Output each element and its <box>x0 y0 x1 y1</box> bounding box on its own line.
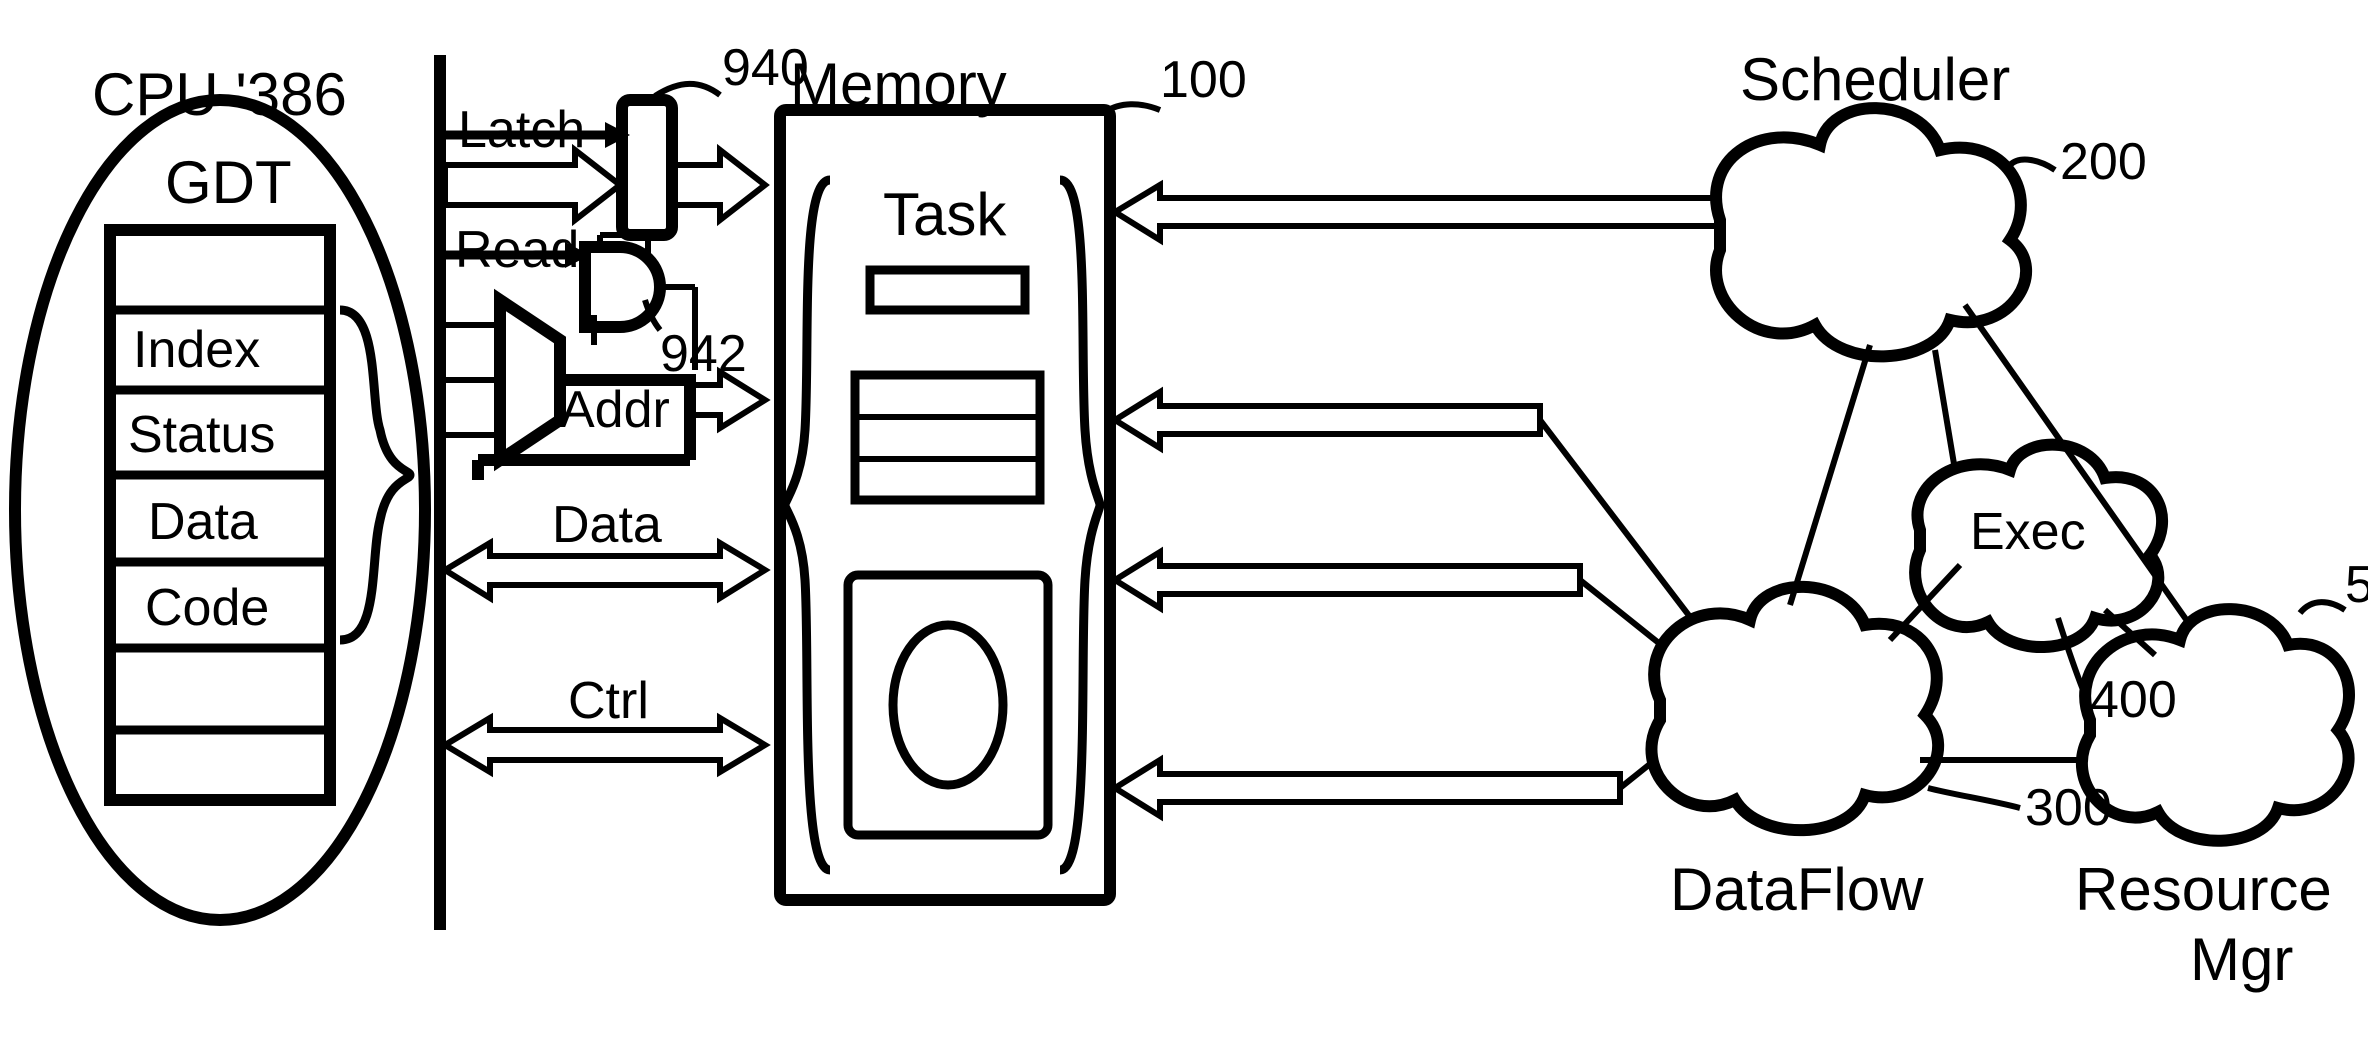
memory-label: Memory <box>790 50 1007 119</box>
ctrl-label: Ctrl <box>568 671 649 731</box>
ref-200: 200 <box>2060 132 2147 192</box>
arrow-mem-dataflow-upper <box>1115 392 1540 448</box>
ref-400: 400 <box>2090 670 2177 730</box>
ref-300: 300 <box>2025 778 2112 838</box>
scheduler-label: Scheduler <box>1740 45 2010 114</box>
arrow-mem-scheduler <box>1115 185 1720 240</box>
data-label: Data <box>552 495 662 555</box>
gdt-row-index: Index <box>133 320 260 380</box>
exec-label: Exec <box>1970 502 2086 562</box>
ref-100: 100 <box>1160 50 1247 110</box>
diagram-root: CPU '386 GDT Index Status Data Code Latc… <box>0 0 2368 1045</box>
gdt-row-status: Status <box>128 405 275 465</box>
gdt-row-code: Code <box>145 578 269 638</box>
read-label: Read <box>455 220 579 280</box>
addr-label: Addr <box>560 380 670 440</box>
resourcemgr-label-1: Resource <box>2075 855 2332 924</box>
resourcemgr-label-2: Mgr <box>2190 925 2293 994</box>
cpu-title: CPU '386 <box>92 60 347 129</box>
ref-942: 942 <box>660 324 747 384</box>
ref-940: 940 <box>722 38 809 98</box>
dataflow-cloud <box>1651 587 1938 830</box>
task-slot-top <box>870 270 1025 310</box>
task-label: Task <box>883 180 1006 249</box>
dataflow-label: DataFlow <box>1670 855 1923 924</box>
task-oval <box>893 625 1003 785</box>
gdt-row-data: Data <box>148 492 258 552</box>
addr-bus-latch-to-mem <box>672 150 765 220</box>
scheduler-cloud <box>1716 108 2026 356</box>
gdt-label: GDT <box>165 148 292 217</box>
addr-bus-into-latch <box>445 150 620 220</box>
task-slot-mid-group <box>855 375 1040 500</box>
latch-label: Latch <box>458 100 585 160</box>
ref-500: 500 <box>2345 555 2368 615</box>
addr-mux <box>500 300 560 460</box>
arrow-mem-dataflow-lower <box>1115 760 1620 816</box>
latch-block <box>622 100 672 235</box>
arrow-mem-dataflow-mid <box>1115 552 1580 608</box>
